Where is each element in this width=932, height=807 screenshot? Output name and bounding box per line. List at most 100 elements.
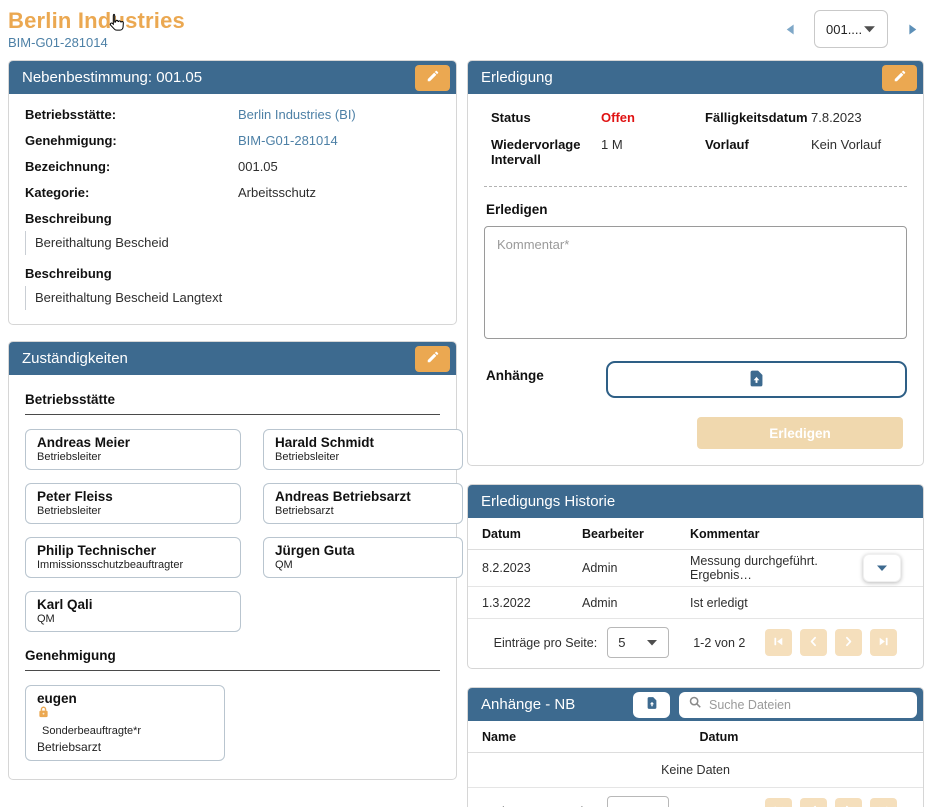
zustaendigkeiten-card-header: Zuständigkeiten [9, 342, 456, 375]
person-role: Betriebsarzt [275, 505, 451, 517]
field-label: Kategorie: [25, 185, 238, 200]
file-upload-dropzone[interactable] [606, 361, 907, 398]
attachments-label: Anhänge [484, 361, 606, 398]
person-chip[interactable]: Harald Schmidt Betriebsleiter [263, 429, 463, 470]
pagination-next-button[interactable] [835, 798, 862, 807]
due-date-value: 7.8.2023 [811, 110, 907, 125]
zustaendigkeiten-card: Zuständigkeiten Betriebsstätte Andreas M… [8, 341, 457, 780]
column-header: Bearbeiter [582, 527, 690, 541]
empty-state-text: Keine Daten [468, 753, 923, 788]
pagination-first-button[interactable] [765, 798, 792, 807]
person-role: Sonderbeauftragte*r [42, 725, 213, 737]
person-chip[interactable]: Andreas Betriebsarzt Betriebsarzt [263, 483, 463, 524]
pagination-prev-button[interactable] [800, 798, 827, 807]
row-kommentar: Ist erledigt [690, 596, 863, 610]
field-label: Bezeichnung: [25, 159, 238, 174]
prev-record-arrow-icon[interactable] [782, 21, 798, 37]
file-search-box [679, 692, 917, 718]
column-header: Datum [700, 730, 918, 744]
person-chip[interactable]: eugen Sonderbeauftragte*r Betriebsarzt [25, 685, 225, 761]
row-kommentar: Messung durchgeführt. Ergebnis… [690, 554, 863, 582]
column-header: Kommentar [690, 527, 863, 541]
betriebsstaette-section-heading: Betriebsstätte [25, 392, 440, 415]
edit-nebenbestimmung-button[interactable] [415, 65, 450, 91]
erledigen-section-label: Erledigen [486, 202, 907, 217]
page-title[interactable]: Berlin Industries [8, 8, 185, 34]
interval-value: 1 M [601, 137, 705, 167]
per-page-select[interactable]: 5 [607, 627, 669, 658]
anhaenge-table-header: Name Datum [468, 721, 923, 753]
erledigen-submit-button[interactable]: Erledigen [697, 417, 903, 449]
chevron-right-icon [842, 804, 855, 807]
pagination-next-button[interactable] [835, 629, 862, 656]
genehmigung-link[interactable]: BIM-G01-281014 [238, 133, 338, 148]
skip-first-icon [772, 635, 785, 651]
historie-card: Erledigungs Historie Datum Bearbeiter Ko… [467, 484, 924, 669]
zustaendigkeiten-title: Zuständigkeiten [22, 350, 407, 367]
pagination-last-button[interactable] [870, 629, 897, 656]
pagination-first-button[interactable] [765, 629, 792, 656]
field-row: Kategorie: Arbeitsschutz [25, 185, 440, 200]
pagination-prev-button[interactable] [800, 629, 827, 656]
row-bearbeiter: Admin [582, 596, 690, 610]
field-value: 001.05 [238, 159, 278, 174]
person-chip[interactable]: Karl Qali QM [25, 591, 241, 632]
status-value: Offen [601, 110, 705, 125]
row-datum: 1.3.2022 [482, 596, 582, 610]
dashed-divider [484, 186, 907, 187]
search-icon [688, 695, 702, 714]
comment-textarea[interactable] [484, 226, 907, 339]
field-row: Bezeichnung: 001.05 [25, 159, 440, 174]
column-header: Name [482, 730, 700, 744]
skip-last-icon [877, 804, 890, 807]
historie-card-header: Erledigungs Historie [468, 485, 923, 518]
per-page-label: Einträge pro Seite: [494, 636, 598, 650]
vorlauf-value: Kein Vorlauf [811, 137, 907, 167]
person-chip[interactable]: Andreas Meier Betriebsleiter [25, 429, 241, 470]
upload-file-button[interactable] [633, 692, 670, 718]
due-date-label: Fälligkeitsdatum [705, 110, 811, 125]
pagination-last-button[interactable] [870, 798, 897, 807]
expand-row-button[interactable] [863, 554, 901, 582]
status-grid: Status Offen Fälligkeitsdatum 7.8.2023 W… [484, 107, 907, 169]
description-value: Bereithaltung Bescheid [25, 231, 440, 255]
betriebsstaette-link[interactable]: Berlin Industries (BI) [238, 107, 356, 122]
lock-badge-icon [38, 706, 49, 723]
skip-first-icon [772, 804, 785, 807]
person-chip[interactable]: Jürgen Guta QM [263, 537, 463, 578]
record-select[interactable]: 001.... [814, 10, 888, 48]
person-chip[interactable]: Philip Technischer Immissionsschutzbeauf… [25, 537, 241, 578]
person-name: Andreas Meier [37, 435, 229, 450]
field-label: Betriebsstätte: [25, 107, 238, 122]
chevron-down-icon [863, 25, 876, 34]
record-navigation: 001.... [782, 10, 920, 48]
person-name: Andreas Betriebsarzt [275, 489, 451, 504]
person-name: Jürgen Guta [275, 543, 451, 558]
description-label: Beschreibung [25, 266, 440, 281]
historie-title: Erledigungs Historie [481, 493, 917, 510]
chevron-right-icon [842, 635, 855, 651]
edit-zustaendigkeiten-button[interactable] [415, 346, 450, 372]
pager [765, 629, 897, 656]
person-chip[interactable]: Peter Fleiss Betriebsleiter [25, 483, 241, 524]
chevron-left-icon [807, 635, 820, 651]
per-page-select[interactable]: 5 [607, 796, 669, 807]
description-block: Beschreibung Bereithaltung Bescheid [25, 211, 440, 255]
anhaenge-header-tools [633, 692, 917, 718]
vorlauf-label: Vorlauf [705, 137, 811, 167]
status-label: Status [491, 110, 601, 125]
description-value: Bereithaltung Bescheid Langtext [25, 286, 440, 310]
person-role: Betriebsleiter [37, 505, 229, 517]
file-search-input[interactable] [709, 698, 908, 712]
pencil-icon [426, 69, 440, 86]
person-role: Betriebsleiter [275, 451, 451, 463]
interval-label: Wiedervorlage Intervall [491, 137, 601, 167]
edit-erledigung-button[interactable] [882, 65, 917, 91]
field-label: Genehmigung: [25, 133, 238, 148]
description-block: Beschreibung Bereithaltung Bescheid Lang… [25, 266, 440, 310]
record-select-value: 001.... [826, 22, 862, 37]
person-role-secondary: Betriebsarzt [37, 740, 213, 754]
nebenbestimmung-card-header: Nebenbestimmung: 001.05 [9, 61, 456, 94]
next-record-arrow-icon[interactable] [904, 21, 920, 37]
chevron-down-icon [646, 635, 658, 650]
